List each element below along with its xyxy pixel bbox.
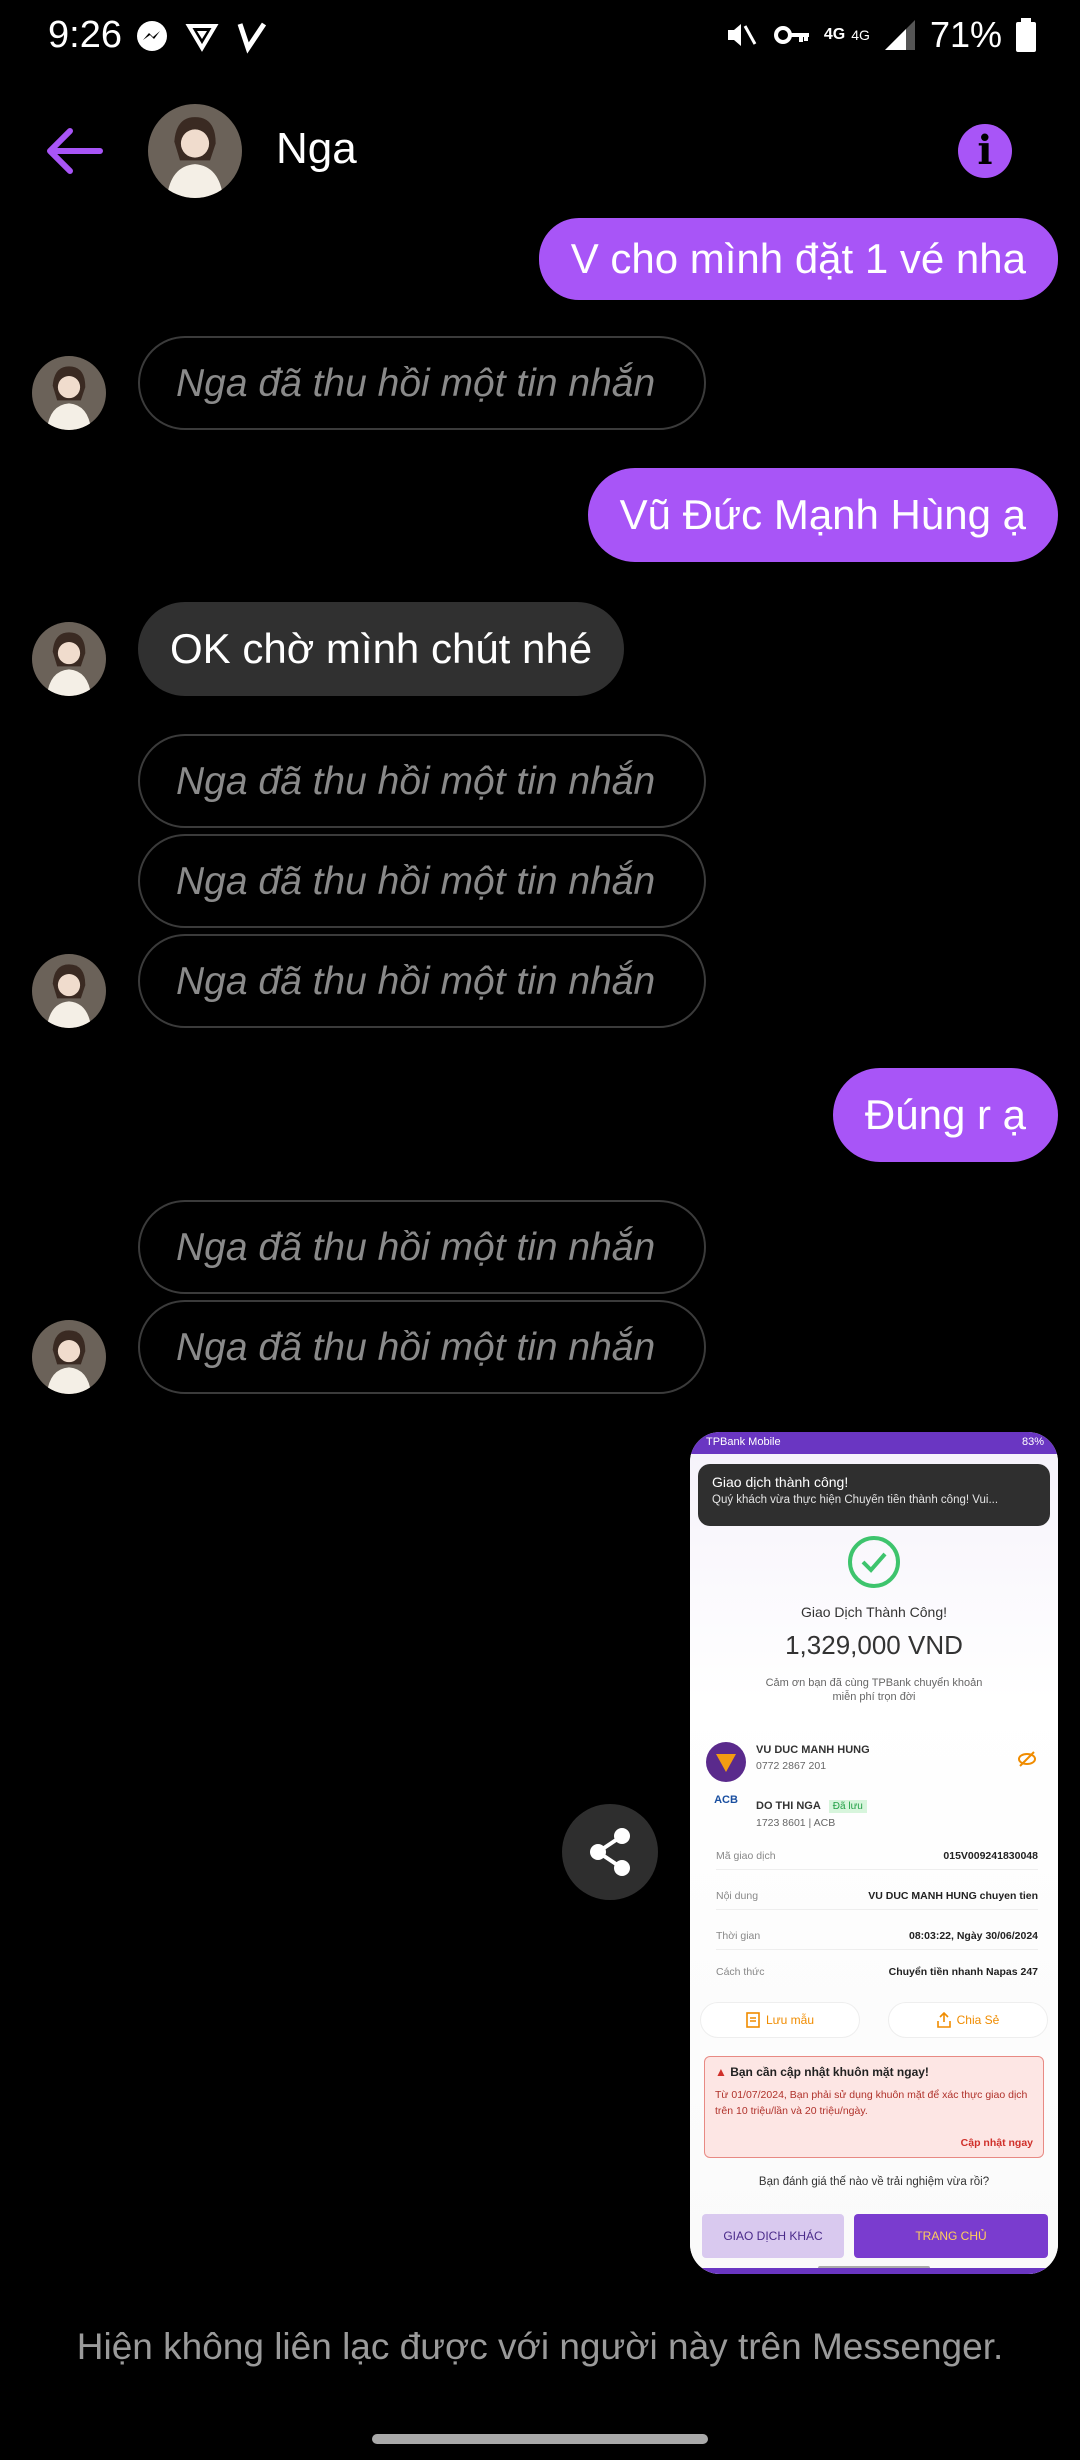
contact-avatar-small[interactable] [32, 1320, 106, 1394]
share-receipt-button[interactable]: Chia Sẻ [888, 2002, 1048, 2038]
warning-title: Bạn cần cập nhật khuôn mặt ngay! [730, 2065, 929, 2079]
message-received[interactable]: OK chờ mình chút nhé [138, 602, 625, 696]
sender-name: VU DUC MANH HUNG [756, 1744, 870, 1756]
battery-icon [1016, 18, 1036, 52]
update-now-link[interactable]: Cập nhật ngay [961, 2137, 1033, 2149]
detail-row: Mã giao dịch 015V009241830048 [716, 1850, 1038, 1870]
upload-icon [936, 2012, 951, 2028]
battery-percent: 71% [929, 14, 1002, 55]
message-sent[interactable]: V cho mình đặt 1 vé nha [538, 218, 1058, 300]
check-icon [848, 1536, 900, 1588]
home-button[interactable]: TRANG CHỦ [854, 2214, 1048, 2258]
vpn-icon [185, 24, 219, 52]
tpbank-logo-icon [706, 1742, 746, 1782]
key-icon [773, 26, 809, 44]
unavailable-notice: Hiện không liên lạc được với người này t… [76, 2326, 1004, 2367]
detail-value: 015V009241830048 [943, 1850, 1038, 1862]
hide-eye-icon[interactable] [1018, 1750, 1036, 1768]
status-bar: 9:26 4G 4G 71% [0, 0, 1080, 74]
status-system-icons: 4G 4G 71% [722, 14, 1038, 56]
receiver-info: DO THI NGA Đã lưu 1723 8601 | ACB [756, 1800, 867, 1829]
messenger-icon [137, 21, 167, 51]
receipt-body: Giao dịch thành công! Quý khách vừa thực… [690, 1454, 1058, 2274]
signal-icon [884, 20, 915, 50]
status-notification-icons [134, 18, 270, 54]
thanks-line-2: miễn phí trọn đời [832, 1691, 916, 1703]
network-type-label: 4G [823, 26, 846, 43]
detail-label: Nội dung [716, 1890, 759, 1902]
detail-value: Chuyển tiền nhanh Napas 247 [888, 1966, 1038, 1978]
recalled-message[interactable]: Nga đã thu hồi một tin nhắn [138, 1200, 706, 1294]
face-update-warning: ▲ Bạn cần cập nhật khuôn mặt ngay! Từ 01… [704, 2056, 1044, 2158]
toast-title: Giao dịch thành công! [712, 1474, 849, 1490]
save-template-button[interactable]: Lưu mẫu [700, 2002, 860, 2038]
toast-body: Quý khách vừa thực hiện Chuyển tiền thàn… [712, 1494, 999, 1506]
detail-value: 08:03:22, Ngày 30/06/2024 [908, 1930, 1038, 1942]
thanks-line-1: Cảm ơn bạn đã cùng TPBank chuyển khoản [765, 1677, 983, 1689]
success-title: Giao Dịch Thành Công! [800, 1604, 948, 1620]
contact-avatar-small[interactable] [32, 954, 106, 1028]
thanks-text: Cảm ơn bạn đã cùng TPBank chuyển khoản m… [760, 1676, 988, 1704]
contact-name[interactable]: Nga [276, 124, 357, 174]
sender-info: VU DUC MANH HUNG 0772 2867 201 [756, 1744, 870, 1772]
save-template-label: Lưu mẫu [765, 2013, 815, 2027]
detail-row: Thời gian 08:03:22, Ngày 30/06/2024 [716, 1930, 1038, 1950]
detail-label: Thời gian [716, 1930, 761, 1942]
saved-badge: Đã lưu [828, 1800, 867, 1813]
recalled-message[interactable]: Nga đã thu hồi một tin nhắn [138, 734, 706, 828]
sender-account: 0772 2867 201 [756, 1760, 827, 1772]
recalled-message[interactable]: Nga đã thu hồi một tin nhắn [138, 336, 706, 430]
image-attachment[interactable]: TPBank Mobile 83% Giao dịch thành công! … [690, 1432, 1058, 2274]
receiver-name: DO THI NGA [756, 1800, 821, 1812]
home-indicator[interactable] [372, 2434, 708, 2444]
card-edge [690, 2268, 1058, 2274]
document-icon [746, 2012, 760, 2028]
share-icon [590, 1828, 630, 1876]
detail-value: VU DUC MANH HUNG chuyen tien [868, 1890, 1038, 1902]
message-sent[interactable]: Đúng r ạ [832, 1068, 1058, 1162]
back-arrow-icon[interactable] [42, 118, 108, 184]
detail-row: Cách thức Chuyển tiền nhanh Napas 247 [716, 1966, 1038, 1986]
message-sent[interactable]: Vũ Đức Mạnh Hùng ạ [587, 468, 1058, 562]
network-type-label-2: 4G [851, 27, 870, 43]
detail-label: Cách thức [716, 1966, 765, 1978]
inner-app-name: TPBank Mobile [706, 1436, 781, 1448]
contact-avatar-small[interactable] [32, 356, 106, 430]
other-transaction-button[interactable]: GIAO DỊCH KHÁC [702, 2214, 844, 2258]
recalled-message[interactable]: Nga đã thu hồi một tin nhắn [138, 934, 706, 1028]
recalled-message[interactable]: Nga đã thu hồi một tin nhắn [138, 834, 706, 928]
recalled-message[interactable]: Nga đã thu hồi một tin nhắn [138, 1300, 706, 1394]
share-receipt-label: Chia Sẻ [956, 2013, 1000, 2027]
transfer-amount: 1,329,000 VND [785, 1630, 963, 1660]
acb-logo-icon: ACB [714, 1794, 738, 1806]
detail-label: Mã giao dịch [716, 1850, 776, 1862]
contact-avatar-small[interactable] [32, 622, 106, 696]
share-button[interactable] [562, 1804, 658, 1900]
rating-question: Bạn đánh giá thế nào về trải nghiệm vừa … [758, 2176, 990, 2188]
receiver-account: 1723 8601 | ACB [756, 1817, 836, 1829]
detail-row: Nội dung VU DUC MANH HUNG chuyen tien [716, 1890, 1038, 1910]
contact-avatar[interactable] [148, 104, 242, 198]
conversation-header: Nga i [0, 92, 1080, 212]
app-v-icon [237, 22, 267, 54]
status-time: 9:26 [48, 14, 122, 56]
mute-icon [727, 24, 757, 46]
warning-body: Từ 01/07/2024, Bạn phải sử dụng khuôn mặ… [715, 2089, 1028, 2117]
inner-battery: 83% [1021, 1436, 1044, 1448]
inner-status-bar: TPBank Mobile 83% [690, 1432, 1058, 1454]
warning-icon: ▲ [715, 2065, 731, 2079]
success-toast: Giao dịch thành công! Quý khách vừa thực… [698, 1464, 1050, 1526]
info-icon[interactable]: i [958, 124, 1012, 178]
